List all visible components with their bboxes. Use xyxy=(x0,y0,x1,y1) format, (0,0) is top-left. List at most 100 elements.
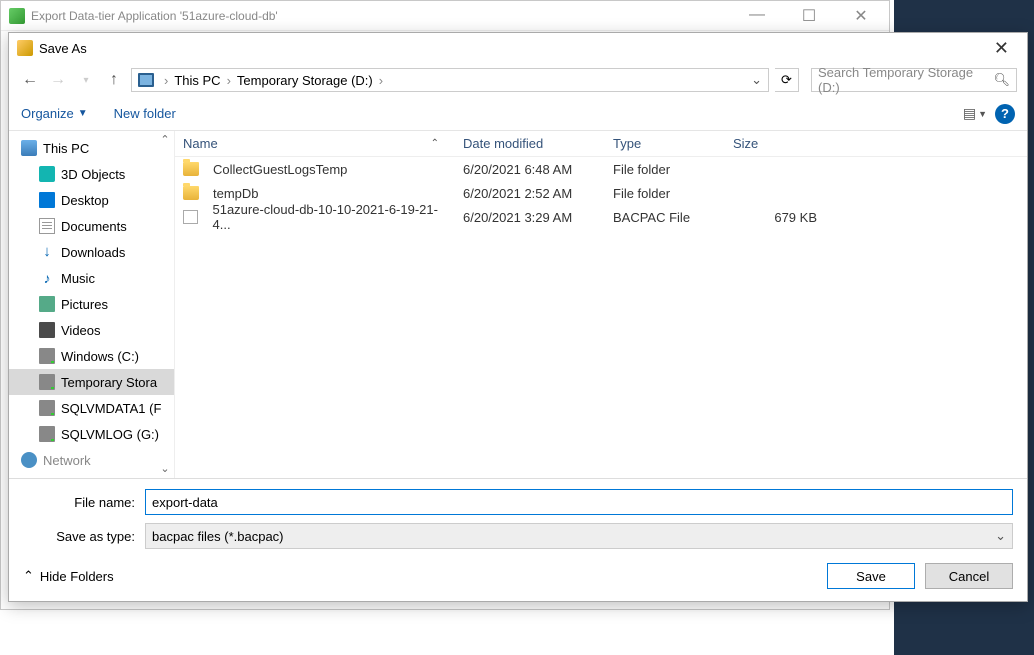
file-date: 6/20/2021 6:48 AM xyxy=(455,162,605,177)
sort-ascending-icon: ⌃ xyxy=(431,138,439,149)
sidebar-item-label: This PC xyxy=(43,141,89,156)
column-name[interactable]: Name ⌃ xyxy=(175,136,455,151)
column-size[interactable]: Size xyxy=(725,136,825,151)
drive-icon xyxy=(39,374,55,390)
help-button[interactable]: ? xyxy=(995,104,1015,124)
3d-icon xyxy=(39,166,55,182)
desk-icon xyxy=(39,192,55,208)
sidebar-item[interactable]: Temporary Stora xyxy=(9,369,174,395)
cancel-button[interactable]: Cancel xyxy=(925,563,1013,589)
file-size: 679 KB xyxy=(725,210,825,225)
sidebar-item[interactable]: Videos xyxy=(9,317,174,343)
address-bar[interactable]: › This PC › Temporary Storage (D:) › ⌄ xyxy=(131,68,769,92)
chevron-down-icon: ▼ xyxy=(978,109,987,119)
file-date: 6/20/2021 3:29 AM xyxy=(455,210,605,225)
sidebar-item-label: Pictures xyxy=(61,297,108,312)
up-button[interactable]: ↑ xyxy=(103,69,125,91)
folder-icon xyxy=(183,186,199,200)
file-name: tempDb xyxy=(213,186,259,201)
search-input[interactable]: Search Temporary Storage (D:) 🔍︎ xyxy=(811,68,1017,92)
file-list: Name ⌃ Date modified Type Size CollectGu… xyxy=(175,131,1027,478)
sidebar-item-label: Videos xyxy=(61,323,101,338)
new-folder-button[interactable]: New folder xyxy=(114,106,176,121)
sidebar-item[interactable]: Windows (C:) xyxy=(9,343,174,369)
sidebar-item[interactable]: ↓Downloads xyxy=(9,239,174,265)
column-type[interactable]: Type xyxy=(605,136,725,151)
sidebar-item[interactable]: SQLVMDATA1 (F xyxy=(9,395,174,421)
dialog-close-button[interactable]: ✕ xyxy=(984,36,1019,61)
file-name: CollectGuestLogsTemp xyxy=(213,162,347,177)
sidebar-item-label: Windows (C:) xyxy=(61,349,139,364)
hide-folders-toggle[interactable]: ⌃ Hide Folders xyxy=(23,568,114,584)
parent-titlebar: Export Data-tier Application '51azure-cl… xyxy=(1,1,889,31)
refresh-button[interactable]: ⟳ xyxy=(775,68,799,92)
music-icon: ♪ xyxy=(39,270,55,286)
column-date[interactable]: Date modified xyxy=(455,136,605,151)
sidebar-item[interactable]: Desktop xyxy=(9,187,174,213)
parent-window-title: Export Data-tier Application '51azure-cl… xyxy=(31,9,278,23)
save-as-dialog: Save As ✕ ← → ▾ ↑ › This PC › Temporary … xyxy=(8,32,1028,602)
chevron-down-icon: ⌄ xyxy=(995,528,1006,544)
view-options-button[interactable]: ▤ ▼ xyxy=(963,105,987,122)
address-dropdown[interactable]: ⌄ xyxy=(751,72,762,88)
minimize-button[interactable]: — xyxy=(737,6,777,26)
file-type: File folder xyxy=(605,186,725,201)
sidebar-item[interactable]: Pictures xyxy=(9,291,174,317)
folder-row[interactable]: CollectGuestLogsTemp 6/20/2021 6:48 AMFil… xyxy=(175,157,1027,181)
sidebar-item-label: Music xyxy=(61,271,95,286)
maximize-button[interactable]: ☐ xyxy=(789,6,829,26)
save-icon xyxy=(17,40,33,56)
drive-icon xyxy=(39,400,55,416)
save-form: File name: Save as type: bacpac files (*… xyxy=(9,478,1027,555)
file-name: 51azure-cloud-db-10-10-2021-6-19-21-4... xyxy=(212,202,447,232)
file-icon xyxy=(183,210,198,224)
breadcrumb-location[interactable]: Temporary Storage (D:) xyxy=(235,73,375,88)
filename-input[interactable] xyxy=(145,489,1013,515)
save-button[interactable]: Save xyxy=(827,563,915,589)
vid-icon xyxy=(39,322,55,338)
back-button[interactable]: ← xyxy=(19,69,41,91)
sidebar-item[interactable]: ♪ Music xyxy=(9,265,174,291)
file-row[interactable]: 51azure-cloud-db-10-10-2021-6-19-21-4...… xyxy=(175,205,1027,229)
doc-icon xyxy=(39,218,55,234)
column-headers: Name ⌃ Date modified Type Size xyxy=(175,131,1027,157)
pc-icon xyxy=(21,140,37,156)
sidebar-item[interactable]: This PC xyxy=(9,135,174,161)
file-type: BACPAC File xyxy=(605,210,725,225)
sidebar-item[interactable]: Documents xyxy=(9,213,174,239)
sidebar-item-label: 3D Objects xyxy=(61,167,125,182)
sidebar-item-label: Downloads xyxy=(61,245,125,260)
dialog-footer: ⌃ Hide Folders Save Cancel xyxy=(9,555,1027,601)
sidebar-item-label: SQLVMDATA1 (F xyxy=(61,401,161,416)
sidebar-item[interactable]: SQLVMLOG (G:) xyxy=(9,421,174,447)
file-type: File folder xyxy=(605,162,725,177)
filename-label: File name: xyxy=(23,495,145,510)
sidebar-item-label: Temporary Stora xyxy=(61,375,157,390)
recent-dropdown[interactable]: ▾ xyxy=(75,69,97,91)
breadcrumb-sep: › xyxy=(375,73,387,88)
drive-icon xyxy=(138,73,154,87)
forward-button[interactable]: → xyxy=(47,69,69,91)
breadcrumb-root[interactable]: This PC xyxy=(172,73,222,88)
dialog-title: Save As xyxy=(39,41,87,56)
organize-menu[interactable]: Organize ▼ xyxy=(21,106,88,121)
sidebar-item-label: Documents xyxy=(61,219,127,234)
filetype-select[interactable]: bacpac files (*.bacpac) ⌄ xyxy=(145,523,1013,549)
chevron-down-icon: ▼ xyxy=(78,108,88,119)
search-placeholder: Search Temporary Storage (D:) xyxy=(818,65,993,95)
drive-icon xyxy=(39,348,55,364)
filetype-label: Save as type: xyxy=(23,529,145,544)
navigation-bar: ← → ▾ ↑ › This PC › Temporary Storage (D… xyxy=(9,63,1027,97)
toolbar: Organize ▼ New folder ▤ ▼ ? xyxy=(9,97,1027,131)
file-date: 6/20/2021 2:52 AM xyxy=(455,186,605,201)
scroll-up-button[interactable]: ⌃ xyxy=(158,133,172,147)
sidebar-item[interactable]: 3D Objects xyxy=(9,161,174,187)
navigation-pane: ⌃ This PC 3D Objects Desktop Documents ↓Down… xyxy=(9,131,175,478)
app-icon xyxy=(9,8,25,24)
close-button[interactable]: ✕ xyxy=(841,6,881,26)
sidebar-item[interactable]: Network xyxy=(9,447,174,473)
pic-icon xyxy=(39,296,55,312)
net-icon xyxy=(21,452,37,468)
scroll-down-button[interactable]: ⌄ xyxy=(158,462,172,476)
breadcrumb-sep: › xyxy=(160,73,172,88)
